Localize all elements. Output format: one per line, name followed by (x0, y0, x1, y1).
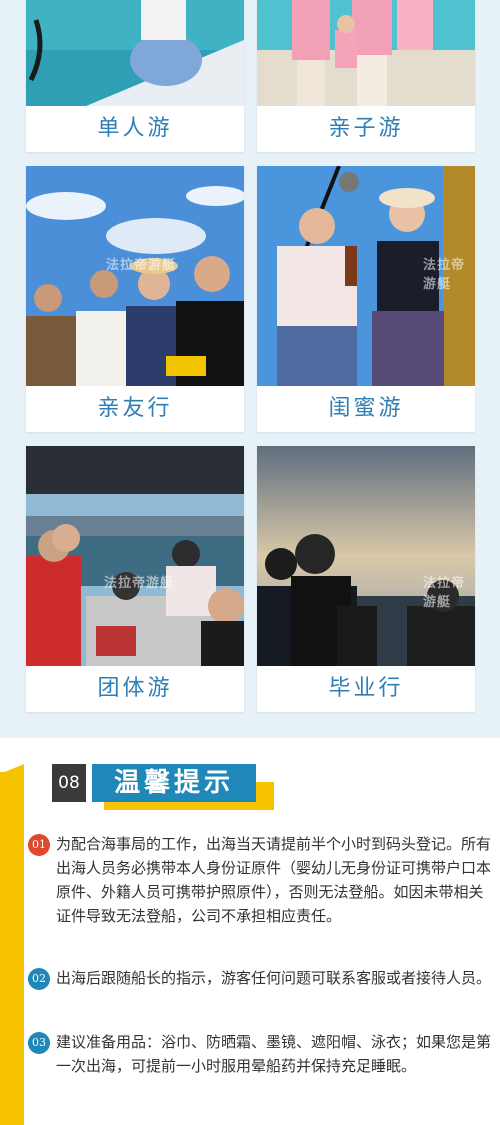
graduation-trip-photo: 法拉帝游艇 (257, 446, 475, 666)
tip-badge: 03 (28, 1032, 50, 1054)
group-trip-photo: 法拉帝游艇 (26, 446, 244, 666)
card-group-trip[interactable]: 法拉帝游艇 团体游 (26, 446, 244, 712)
section-number: 08 (52, 764, 86, 802)
card-label: 亲子游 (257, 106, 475, 152)
card-solo-trip[interactable]: 单人游 (26, 0, 244, 152)
card-friends-trip[interactable]: 法拉帝游艇 亲友行 (26, 166, 244, 432)
card-family-trip[interactable]: 亲子游 (257, 0, 475, 152)
watermark: 法拉帝游艇 (106, 258, 177, 273)
yellow-accent-bar (0, 772, 24, 1125)
section-title: 温馨提示 (92, 764, 256, 802)
tip-text: 建议准备用品：浴巾、防晒霜、墨镜、遮阳帽、泳衣；如果您是第一次出海，可提前一小时… (56, 1033, 492, 1075)
tip-badge: 01 (28, 834, 50, 856)
card-girlfriends-trip[interactable]: 法拉帝游艇 闺蜜游 (257, 166, 475, 432)
tip-item: 03 建议准备用品：浴巾、防晒霜、墨镜、遮阳帽、泳衣；如果您是第一次出海，可提前… (28, 1030, 491, 1102)
tip-item: 02 出海后跟随船长的指示，游客任何问题可联系客服或者接待人员。 (28, 966, 491, 1016)
girlfriends-trip-photo: 法拉帝游艇 (257, 166, 475, 386)
family-trip-photo (257, 0, 475, 106)
watermark: 法拉帝游艇 (104, 576, 175, 591)
tip-badge: 02 (28, 968, 50, 990)
tips-section: 08 温馨提示 01 为配合海事局的工作，出海当天请提前半个小时到码头登记。所有… (0, 738, 500, 1125)
card-label: 亲友行 (26, 386, 244, 432)
card-label: 闺蜜游 (257, 386, 475, 432)
card-label: 团体游 (26, 666, 244, 712)
card-graduation-trip[interactable]: 法拉帝游艇 毕业行 (257, 446, 475, 712)
card-label: 单人游 (26, 106, 244, 152)
tip-text: 为配合海事局的工作，出海当天请提前半个小时到码头登记。所有出海人员务必携带本人身… (56, 835, 492, 925)
tip-item: 01 为配合海事局的工作，出海当天请提前半个小时到码头登记。所有出海人员务必携带… (28, 832, 491, 952)
friends-trip-photo: 法拉帝游艇 (26, 166, 244, 386)
watermark: 法拉帝游艇 (423, 576, 466, 610)
solo-trip-photo (26, 0, 244, 106)
watermark: 法拉帝游艇 (423, 258, 466, 292)
tip-text: 出海后跟随船长的指示，游客任何问题可联系客服或者接待人员。 (56, 969, 492, 987)
trip-type-grid: 单人游 亲子游 法拉帝游艇 亲友行 法拉帝游艇 闺蜜游 法拉帝游艇 团体游 法拉… (0, 0, 500, 738)
card-label: 毕业行 (257, 666, 475, 712)
